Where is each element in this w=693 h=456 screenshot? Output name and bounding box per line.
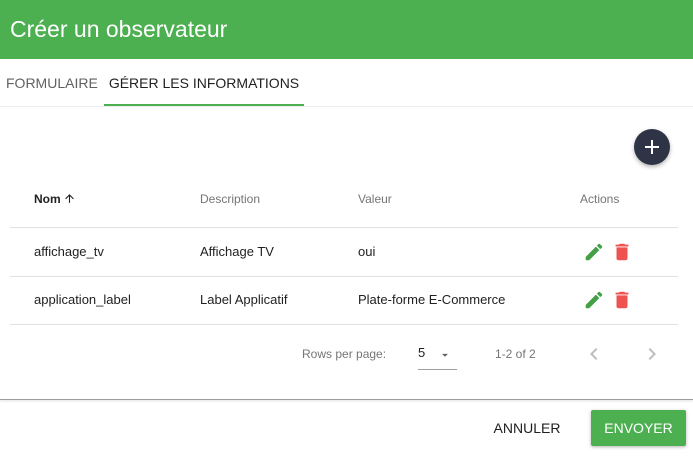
caret-down-icon [442, 353, 448, 357]
row-2-valeur: Plate-forme E-Commerce [358, 292, 506, 307]
active-tab-indicator [104, 104, 304, 106]
row-1-edit-button[interactable] [583, 241, 605, 263]
tab-bar: FORMULAIRE GÉRER LES INFORMATIONS [0, 59, 693, 107]
pencil-icon [585, 243, 603, 261]
previous-page-button[interactable] [582, 342, 606, 366]
column-header-valeur: Valeur [358, 192, 392, 206]
row-divider [10, 276, 678, 277]
trash-icon [615, 243, 629, 261]
column-header-description: Description [200, 192, 261, 206]
row-1-nom: affichage_tv [34, 244, 104, 259]
cancel-button[interactable]: ANNULER [484, 411, 570, 445]
column-header-nom[interactable]: Nom [34, 190, 76, 208]
trash-icon [615, 291, 629, 309]
next-page-button[interactable] [640, 342, 664, 366]
row-1-valeur: oui [358, 244, 376, 259]
actions-divider [0, 399, 693, 400]
add-info-button[interactable] [634, 129, 670, 165]
row-2-nom: application_label [34, 292, 131, 307]
column-header-nom-label: Nom [34, 192, 61, 206]
pencil-icon [585, 291, 603, 309]
row-divider [10, 324, 678, 325]
rows-per-page-select[interactable]: 5 [418, 343, 457, 370]
submit-button[interactable]: ENVOYER [591, 410, 686, 446]
add-icon [645, 140, 659, 154]
arrow-up-icon [64, 194, 74, 204]
page-range-info: 1-2 of 2 [495, 347, 536, 361]
row-1-delete-button[interactable] [611, 241, 633, 263]
table-divider [10, 227, 678, 228]
chevron-right-icon [648, 348, 656, 360]
row-2-edit-button[interactable] [583, 289, 605, 311]
row-2-delete-button[interactable] [611, 289, 633, 311]
dialog-title: Créer un observateur [10, 16, 228, 42]
tab-formulaire[interactable]: FORMULAIRE [6, 59, 98, 107]
dialog-header: Créer un observateur [0, 0, 693, 59]
row-2-description: Label Applicatif [200, 292, 288, 307]
tab-gerer-les-informations[interactable]: GÉRER LES INFORMATIONS [104, 59, 304, 107]
column-header-actions: Actions [580, 192, 620, 206]
rows-per-page-label: Rows per page: [302, 347, 387, 361]
rows-per-page-value: 5 [418, 345, 426, 360]
row-1-description: Affichage TV [200, 244, 274, 259]
chevron-left-icon [590, 348, 598, 360]
